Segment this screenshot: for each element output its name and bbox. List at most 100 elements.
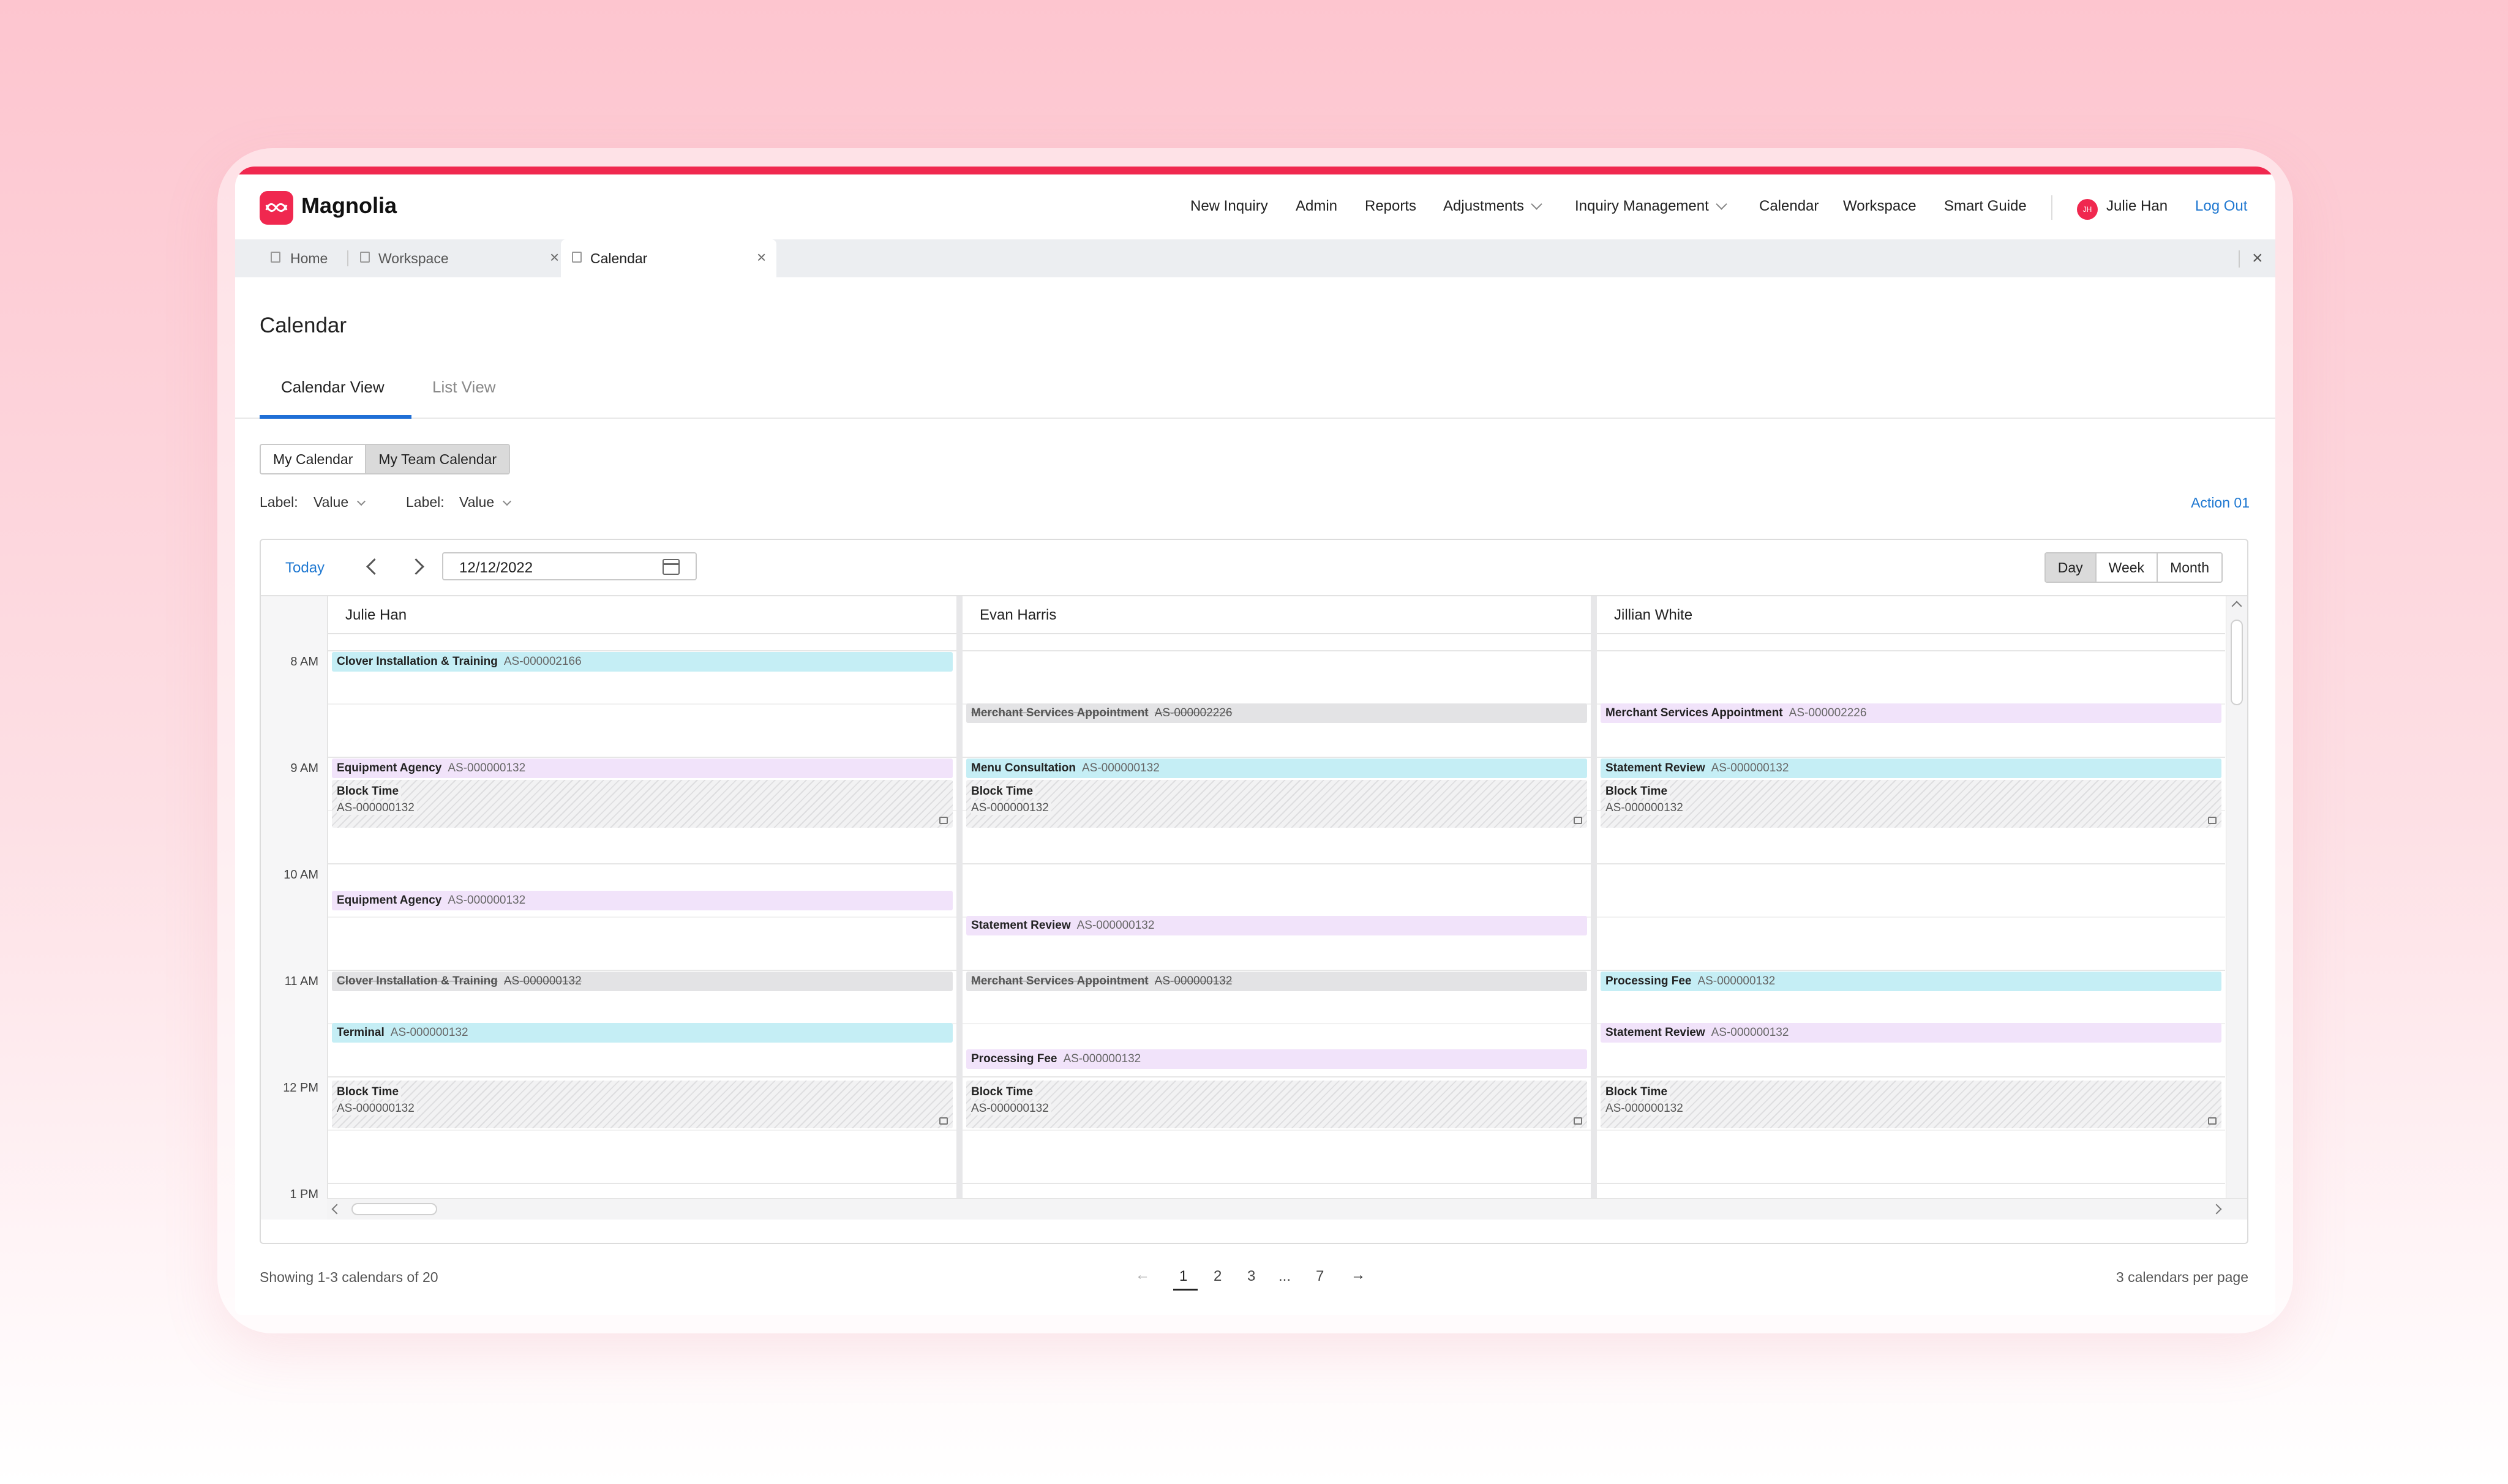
nav-admin[interactable]: Admin [1296, 198, 1337, 215]
calendar-scope-toggle: My Calendar My Team Calendar [260, 444, 510, 474]
tab-calendar-view[interactable]: Calendar View [281, 378, 385, 397]
scroll-thumb[interactable] [351, 1203, 437, 1215]
nav-smart-guide[interactable]: Smart Guide [1944, 198, 2027, 215]
event-title: Menu Consultation [971, 762, 1076, 774]
time-column: 8 AM 9 AM 10 AM 11 AM 12 PM 1 PM [261, 596, 328, 1220]
hour-line [1597, 1076, 2225, 1077]
block-id: AS-000000132 [971, 801, 1051, 815]
chevron-right-icon[interactable] [408, 558, 424, 575]
event[interactable]: Terminal AS-000000132 [332, 1023, 953, 1043]
block-time[interactable]: Block Time AS-000000132 [1601, 780, 2221, 828]
avatar[interactable]: JH [2077, 199, 2098, 220]
my-team-calendar-button[interactable]: My Team Calendar [365, 445, 509, 473]
block-time[interactable]: Block Time AS-000000132 [1601, 1081, 2221, 1128]
tab-workspace[interactable]: Workspace × [349, 239, 567, 277]
half-hour-line [328, 1130, 956, 1131]
event[interactable]: Equipment Agency AS-000000132 [332, 891, 953, 910]
page-3[interactable]: 3 [1247, 1268, 1255, 1285]
tab-calendar[interactable]: Calendar × [561, 239, 776, 277]
column-header: Evan Harris [963, 596, 1591, 634]
block-id: AS-000000132 [971, 1102, 1051, 1115]
hour-line [963, 970, 1591, 971]
event-id: AS-000000132 [1154, 975, 1233, 987]
event-id: AS-000002226 [1789, 706, 1867, 719]
close-icon[interactable]: × [757, 248, 766, 267]
event[interactable]: Merchant Services Appointment AS-00000222… [1601, 703, 2221, 723]
block-time[interactable]: Block Time AS-000000132 [332, 780, 953, 828]
event-cancelled[interactable]: Clover Installation & Training AS-0000001… [332, 972, 953, 991]
vertical-scrollbar[interactable] [2226, 596, 2247, 1220]
event-cancelled[interactable]: Merchant Services Appointment AS-00000013… [966, 972, 1587, 991]
event-title: Statement Review [971, 919, 1071, 932]
event-id: AS-000002226 [1154, 706, 1233, 719]
page-1[interactable]: 1 [1179, 1268, 1187, 1285]
time-label: 10 AM [283, 868, 318, 882]
chevron-right-icon[interactable] [2211, 1204, 2222, 1215]
column-header: Jillian White [1597, 596, 2225, 634]
event-id: AS-000000132 [1081, 762, 1160, 774]
event-id: AS-000002166 [503, 655, 582, 668]
scroll-thumb[interactable] [2231, 620, 2243, 705]
event[interactable]: Processing Fee AS-000000132 [1601, 972, 2221, 991]
calendar-icon[interactable] [663, 559, 680, 575]
tab-list-view[interactable]: List View [432, 378, 496, 397]
logout-link[interactable]: Log Out [2195, 198, 2247, 215]
nav-adjustments[interactable]: Adjustments [1443, 198, 1542, 215]
nav-workspace[interactable]: Workspace [1843, 198, 1917, 215]
event[interactable]: Clover Installation & Training AS-0000021… [332, 652, 953, 672]
tab-divider [347, 250, 348, 266]
month-view-button[interactable]: Month [2157, 553, 2221, 582]
action-link[interactable]: Action 01 [2191, 495, 2250, 511]
calendar-column-jillian-white: Jillian White Merchant Services Appointm… [1597, 596, 2225, 1220]
nav-new-inquiry[interactable]: New Inquiry [1190, 198, 1268, 215]
current-page-indicator [1173, 1289, 1198, 1291]
page-7[interactable]: 7 [1316, 1268, 1324, 1285]
event-cancelled[interactable]: Merchant Services Appointment AS-00000222… [966, 703, 1587, 723]
block-time[interactable]: Block Time AS-000000132 [966, 780, 1587, 828]
arrow-left-icon[interactable]: ← [1135, 1267, 1150, 1284]
event-id: AS-000000132 [448, 762, 526, 774]
tab-home[interactable]: Home [260, 239, 348, 277]
chevron-left-icon[interactable] [366, 558, 383, 575]
close-icon[interactable]: × [550, 248, 559, 267]
block-time[interactable]: Block Time AS-000000132 [966, 1081, 1587, 1128]
arrow-right-icon[interactable]: → [1351, 1267, 1365, 1284]
user-name[interactable]: Julie Han [2106, 198, 2168, 215]
event-title: Equipment Agency [337, 894, 442, 907]
hour-line [1597, 757, 2225, 758]
chevron-up-icon[interactable] [2231, 601, 2242, 612]
filter-select-1[interactable]: Value [314, 494, 366, 511]
nav-reports[interactable]: Reports [1365, 198, 1416, 215]
my-calendar-button[interactable]: My Calendar [261, 445, 365, 473]
week-view-button[interactable]: Week [2095, 553, 2157, 582]
hour-line [328, 863, 956, 864]
event[interactable]: Statement Review AS-000000132 [1601, 759, 2221, 778]
nav-calendar[interactable]: Calendar [1759, 198, 1819, 215]
event[interactable]: Statement Review AS-000000132 [1601, 1023, 2221, 1043]
repeat-icon [2208, 1117, 2217, 1125]
page-2[interactable]: 2 [1214, 1268, 1222, 1285]
accent-bar [235, 167, 2275, 174]
close-all-tabs-icon[interactable]: × [2252, 248, 2263, 269]
horizontal-scrollbar[interactable] [327, 1198, 2247, 1220]
tab-label: Home [290, 250, 328, 266]
column-name: Julie Han [345, 607, 407, 623]
event[interactable]: Statement Review AS-000000132 [966, 916, 1587, 935]
chevron-left-icon[interactable] [331, 1204, 342, 1215]
block-time[interactable]: Block Time AS-000000132 [332, 1081, 953, 1128]
block-id: AS-000000132 [1605, 1102, 1686, 1115]
event[interactable]: Equipment Agency AS-000000132 [332, 759, 953, 778]
hour-line [963, 757, 1591, 758]
event-id: AS-000000132 [503, 975, 582, 987]
date-picker[interactable]: 12/12/2022 [442, 552, 697, 580]
nav-inquiry-management[interactable]: Inquiry Management [1575, 198, 1727, 215]
filter-label: Label: [406, 494, 445, 510]
day-view-button[interactable]: Day [2045, 553, 2095, 582]
time-label: 11 AM [284, 975, 318, 988]
event[interactable]: Menu Consultation AS-000000132 [966, 759, 1587, 778]
today-button[interactable]: Today [285, 560, 325, 577]
hour-line [963, 650, 1591, 651]
pagination: ← 1 2 3 ... 7 → [1135, 1265, 1380, 1291]
filter-select-2[interactable]: Value [459, 494, 512, 511]
event[interactable]: Processing Fee AS-000000132 [966, 1049, 1587, 1069]
